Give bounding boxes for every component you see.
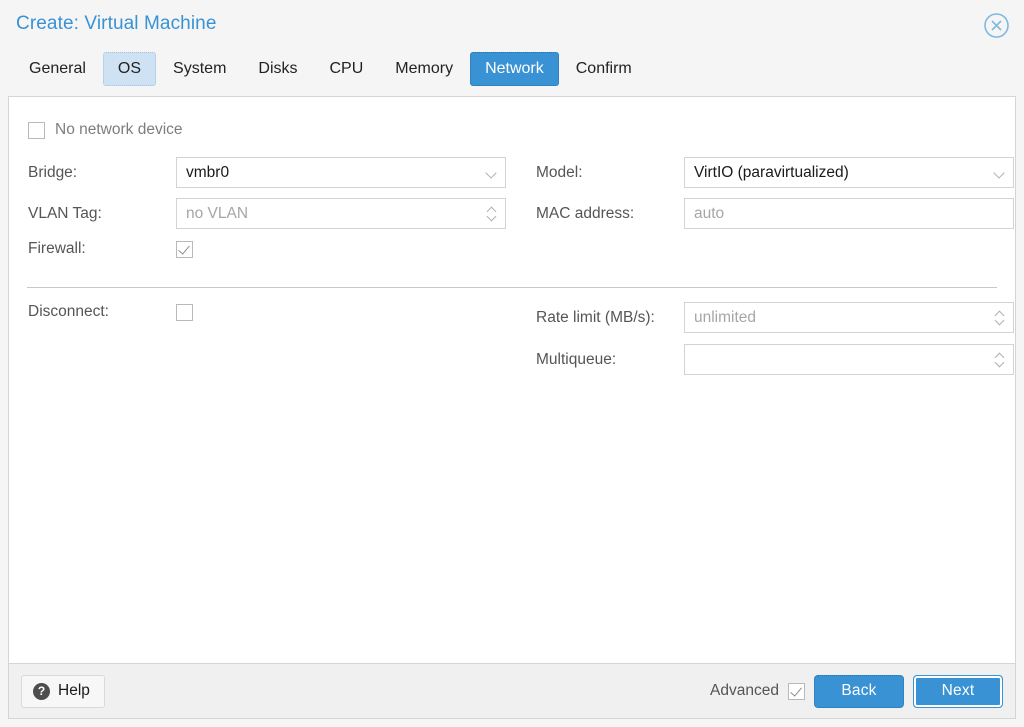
- mac-address-label: MAC address:: [536, 204, 635, 222]
- vlan-tag-row: VLAN Tag: no VLAN: [28, 198, 506, 229]
- bridge-row: Bridge: vmbr0: [28, 157, 506, 188]
- firewall-label: Firewall:: [28, 240, 86, 257]
- no-network-device-checkbox[interactable]: [28, 121, 45, 139]
- model-row: Model: VirtIO (paravirtualized): [536, 157, 1014, 188]
- dialog-titlebar: Create: Virtual Machine: [0, 0, 1024, 52]
- question-mark-icon: ?: [33, 682, 50, 700]
- rate-limit-row: Rate limit (MB/s): unlimited: [536, 302, 1014, 333]
- section-divider: [27, 287, 997, 288]
- mac-address-row: MAC address: auto: [536, 198, 1014, 229]
- rate-limit-input[interactable]: unlimited: [684, 302, 1014, 333]
- tab-system[interactable]: System: [158, 52, 241, 86]
- multiqueue-row: Multiqueue:: [536, 344, 1014, 375]
- multiqueue-input[interactable]: [684, 344, 1014, 375]
- network-settings-panel: No network device Bridge: vmbr0 VLAN Tag…: [8, 96, 1016, 663]
- tab-memory[interactable]: Memory: [380, 52, 468, 86]
- footer-actions: Advanced Back Next: [710, 674, 1003, 708]
- vlan-tag-placeholder: no VLAN: [186, 204, 249, 222]
- multiqueue-label: Multiqueue:: [536, 350, 617, 368]
- tab-general[interactable]: General: [14, 52, 101, 86]
- advanced-label: Advanced: [710, 682, 779, 699]
- no-network-device-label: No network device: [55, 121, 183, 138]
- advanced-checkbox[interactable]: [788, 682, 805, 700]
- next-button[interactable]: Next: [913, 674, 1003, 708]
- firewall-row: Firewall:: [28, 240, 193, 258]
- chevron-down-icon: [994, 169, 1007, 177]
- model-select[interactable]: VirtIO (paravirtualized): [684, 157, 1014, 188]
- bridge-select[interactable]: vmbr0: [176, 157, 506, 188]
- disconnect-checkbox[interactable]: [176, 303, 193, 321]
- spinner-icon[interactable]: [994, 308, 1007, 328]
- tab-cpu[interactable]: CPU: [315, 52, 379, 86]
- close-icon[interactable]: [983, 12, 1010, 39]
- dialog-title: Create: Virtual Machine: [16, 13, 217, 34]
- no-network-device-row: No network device: [28, 121, 183, 139]
- disconnect-label: Disconnect:: [28, 303, 109, 320]
- help-button[interactable]: ? Help: [21, 674, 105, 708]
- rate-limit-placeholder: unlimited: [694, 308, 757, 326]
- wizard-tabbar: General OS System Disks CPU Memory Netwo…: [0, 52, 1024, 96]
- bridge-label: Bridge:: [28, 163, 78, 181]
- mac-address-input[interactable]: auto: [684, 198, 1014, 229]
- tab-os[interactable]: OS: [102, 52, 157, 86]
- disconnect-row: Disconnect:: [28, 303, 193, 321]
- firewall-checkbox[interactable]: [176, 240, 193, 258]
- tab-network[interactable]: Network: [470, 52, 559, 86]
- dialog-footer: ? Help Advanced Back Next: [8, 663, 1016, 719]
- bridge-value: vmbr0: [186, 163, 230, 181]
- model-value: VirtIO (paravirtualized): [694, 163, 849, 181]
- chevron-down-icon: [486, 169, 499, 177]
- tab-disks[interactable]: Disks: [243, 52, 312, 86]
- tab-confirm[interactable]: Confirm: [561, 52, 647, 86]
- vlan-tag-label: VLAN Tag:: [28, 204, 102, 222]
- rate-limit-label: Rate limit (MB/s):: [536, 308, 655, 326]
- model-label: Model:: [536, 163, 583, 181]
- help-button-label: Help: [58, 682, 90, 699]
- vlan-tag-input[interactable]: no VLAN: [176, 198, 506, 229]
- spinner-icon[interactable]: [994, 350, 1007, 370]
- create-vm-dialog: Create: Virtual Machine General OS Syste…: [0, 0, 1024, 727]
- mac-address-placeholder: auto: [694, 204, 725, 222]
- back-button[interactable]: Back: [814, 674, 904, 708]
- spinner-icon[interactable]: [486, 204, 499, 224]
